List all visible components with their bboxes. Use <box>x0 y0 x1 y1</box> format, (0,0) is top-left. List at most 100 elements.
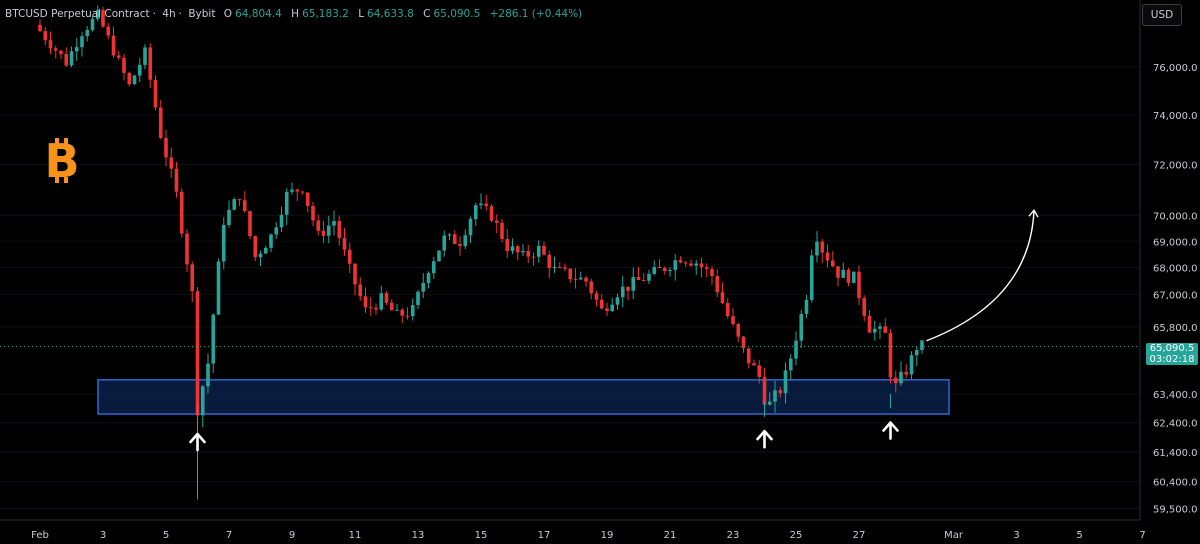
change-value: +286.1 (+0.44%) <box>489 8 583 20</box>
candle <box>431 261 436 274</box>
x-tick-label: 5 <box>163 530 169 541</box>
candle <box>242 200 247 212</box>
x-tick-label: 7 <box>226 530 232 541</box>
candle <box>200 386 205 416</box>
candle <box>752 363 756 366</box>
candle <box>227 209 231 225</box>
candle <box>668 269 672 272</box>
candle <box>652 266 657 274</box>
candle <box>290 189 294 192</box>
candle <box>153 79 158 108</box>
candle <box>258 253 263 258</box>
candle <box>720 292 725 304</box>
exchange-label: Bybit <box>188 8 216 20</box>
candle <box>269 234 273 248</box>
symbol-label[interactable]: BTCUSD Perpetual Contract <box>5 8 150 20</box>
y-tick-label: 59,500.0 <box>1153 505 1198 516</box>
candle <box>368 307 373 309</box>
chart-area[interactable]: 59,500.0 60,400.0 61,400.0 62,400.0 63,400.0… <box>0 0 1200 544</box>
candle <box>563 267 567 269</box>
candle <box>38 24 42 32</box>
up-arrow-icon <box>882 421 899 440</box>
bar-countdown: 03:02:18 <box>1149 353 1195 365</box>
candle <box>909 355 914 375</box>
price-chart[interactable]: 59,500.0 60,400.0 61,400.0 62,400.0 63,400.0… <box>0 0 1200 544</box>
candle <box>878 326 882 329</box>
candle <box>463 235 468 247</box>
x-tick-label: 23 <box>727 530 740 541</box>
candle <box>195 291 200 416</box>
candle <box>710 268 714 277</box>
candle <box>484 203 489 207</box>
axes <box>0 0 1141 521</box>
candle <box>342 238 347 250</box>
candle <box>116 55 121 58</box>
y-tick-label: 62,400.0 <box>1153 419 1198 430</box>
candle <box>505 239 510 252</box>
x-tick-label: 19 <box>601 530 614 541</box>
chart-header: BTCUSD Perpetual Contract · 4h · Bybit O 64… <box>5 8 583 20</box>
candle <box>106 26 111 36</box>
candle <box>778 390 783 394</box>
candle <box>143 47 147 65</box>
candle <box>636 277 641 281</box>
candle <box>384 293 389 303</box>
candle <box>872 328 877 333</box>
currency-button[interactable]: USD <box>1142 4 1182 26</box>
x-tick-label: 7 <box>1139 530 1145 541</box>
x-tick-label: 17 <box>538 530 551 541</box>
y-tick-label: 68,000.0 <box>1153 264 1198 275</box>
y-tick-label: 72,000.0 <box>1153 161 1198 172</box>
x-tick-label: 13 <box>412 530 425 541</box>
x-tick-label: 3 <box>100 530 106 541</box>
touch-arrows <box>189 421 899 452</box>
y-tick-label: 63,400.0 <box>1153 390 1198 401</box>
low-label: L <box>358 8 365 20</box>
x-tick-label: 5 <box>1076 530 1082 541</box>
candle <box>683 262 688 264</box>
x-tick-label: Feb <box>31 530 49 541</box>
candle <box>552 266 557 268</box>
candle <box>515 246 520 253</box>
high-value: 65,183.2 <box>302 8 349 20</box>
candle <box>526 250 531 257</box>
candle <box>400 309 405 316</box>
candle <box>185 233 189 265</box>
candle <box>673 260 678 270</box>
y-tick-label: 65,800.0 <box>1153 323 1198 334</box>
candle <box>883 326 888 333</box>
candle <box>211 314 216 364</box>
candle <box>762 377 767 405</box>
current-price-tag: 65,090.5 03:02:18 <box>1146 342 1198 365</box>
candle <box>767 401 772 405</box>
candle <box>893 377 898 384</box>
y-axis-ticks: 59,500.0 60,400.0 61,400.0 62,400.0 63,400.0… <box>1153 63 1198 516</box>
candle <box>605 308 609 312</box>
candle <box>799 313 804 341</box>
interval-label[interactable]: 4h <box>162 8 175 20</box>
support-zone <box>97 379 950 415</box>
candle <box>557 266 562 268</box>
x-tick-label: 21 <box>664 530 677 541</box>
candle <box>846 269 851 283</box>
candle <box>311 205 315 221</box>
candle <box>589 281 594 294</box>
candle <box>820 241 825 253</box>
candle <box>662 267 667 272</box>
candle <box>437 250 441 262</box>
candle <box>694 263 699 266</box>
candle <box>568 268 573 280</box>
candle <box>689 263 693 266</box>
candle <box>542 245 546 255</box>
candle <box>48 40 53 49</box>
candle <box>158 107 163 138</box>
candle <box>920 340 924 351</box>
candle <box>468 219 473 236</box>
candle <box>274 227 279 235</box>
candle <box>363 296 368 308</box>
candle <box>725 303 730 317</box>
candle <box>111 35 116 56</box>
close-value: 65,090.5 <box>433 8 481 20</box>
candle <box>788 358 793 371</box>
candle <box>594 293 599 300</box>
